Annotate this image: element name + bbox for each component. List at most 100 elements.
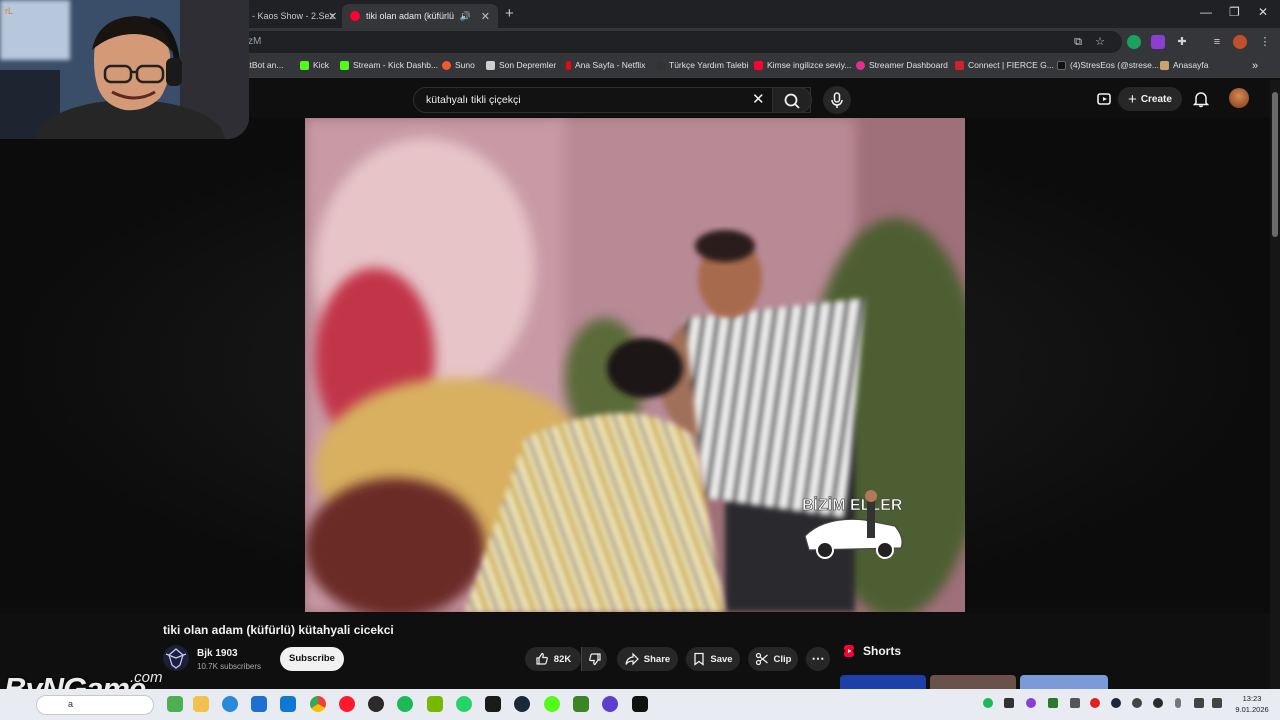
clock-date: 9.01.2026 xyxy=(1235,705,1269,714)
account-avatar[interactable] xyxy=(1229,88,1249,108)
nvidia-icon[interactable] xyxy=(427,696,443,712)
app-icon[interactable] xyxy=(485,696,501,712)
short-thumbnail[interactable] xyxy=(840,675,926,689)
bookmark-item[interactable]: Son Depremler xyxy=(486,60,556,70)
close-icon[interactable]: ✕ xyxy=(481,10,490,23)
channel-avatar[interactable] xyxy=(163,645,189,671)
notifications-bell-icon[interactable] xyxy=(1193,90,1209,108)
obs-icon[interactable] xyxy=(368,696,384,712)
spotify-icon[interactable] xyxy=(397,696,413,712)
opera-icon[interactable] xyxy=(339,696,355,712)
share-label: Share xyxy=(643,653,671,665)
share-icon xyxy=(625,652,639,666)
network-icon[interactable] xyxy=(1194,698,1204,708)
edge-icon[interactable] xyxy=(222,696,238,712)
tray-obs-icon[interactable] xyxy=(1153,698,1163,708)
close-window-icon[interactable]: ✕ xyxy=(1258,5,1268,19)
bookmark-label: Kimse ingilizce seviy... xyxy=(767,60,852,70)
microphone-icon xyxy=(831,92,843,108)
save-button[interactable]: Save xyxy=(686,647,740,671)
bookmark-item[interactable]: Anasayfa xyxy=(1160,60,1208,70)
file-explorer-icon[interactable] xyxy=(193,696,209,712)
tray-icon[interactable] xyxy=(1026,698,1036,708)
create-button[interactable]: + Create xyxy=(1118,87,1182,111)
youtube-icon xyxy=(754,60,763,70)
cast-icon[interactable] xyxy=(1096,91,1112,107)
bookmark-item[interactable]: Kick xyxy=(300,60,329,70)
bookmark-item[interactable]: Connect | FIERCE G... xyxy=(955,60,1054,70)
bookmark-item[interactable]: Streamer Dashboard xyxy=(856,60,948,70)
page-scrollbar-thumb[interactable] xyxy=(1272,92,1278,237)
store-icon[interactable] xyxy=(251,696,267,712)
bookmark-item[interactable]: Kimse ingilizce seviy... xyxy=(754,60,851,70)
steam-icon[interactable] xyxy=(514,696,530,712)
tray-steam-icon[interactable] xyxy=(1111,698,1121,708)
extensions-puzzle-icon[interactable]: ✚ xyxy=(1175,35,1189,49)
earthquake-icon xyxy=(486,60,495,70)
epic-games-icon[interactable] xyxy=(632,696,648,712)
bookmark-item[interactable]: (4)StresEos (@strese... xyxy=(1057,60,1159,70)
share-button[interactable]: Share xyxy=(617,647,678,671)
extension-shield-icon[interactable] xyxy=(1127,35,1141,49)
menu-kebab-icon[interactable]: ⋮ xyxy=(1258,35,1272,49)
minecraft-icon[interactable] xyxy=(573,696,589,712)
tab-label: - Kaos Show - 2.Sez xyxy=(252,11,335,21)
voice-search-button[interactable] xyxy=(823,86,851,114)
tab-video[interactable]: tiki olan adam (küfürlü) küt 🔊 ✕ xyxy=(342,4,498,28)
install-icon[interactable]: ⧉ xyxy=(1071,35,1085,49)
more-bookmarks-icon[interactable]: » xyxy=(1252,60,1258,72)
tray-record-icon[interactable] xyxy=(1090,698,1100,708)
mail-icon[interactable] xyxy=(280,696,296,712)
kick-app-icon[interactable] xyxy=(544,696,560,712)
new-tab-button[interactable]: + xyxy=(505,5,514,22)
bookmark-label: Ana Sayfa - Netflix xyxy=(575,60,646,70)
dislike-button[interactable] xyxy=(581,647,607,671)
tab-label: tiki olan adam (küfürlü) küt xyxy=(366,11,454,21)
bookmark-item[interactable]: Suno xyxy=(442,60,475,70)
tray-icon[interactable] xyxy=(1004,698,1014,708)
youtube-icon xyxy=(350,11,360,21)
bookmark-item[interactable]: Stream - Kick Dashb... xyxy=(340,60,438,70)
shorts-section-header: Shorts xyxy=(843,644,901,658)
bookmark-icon xyxy=(694,652,705,666)
kick-icon xyxy=(340,60,349,70)
bookmark-item[interactable]: Türkçe Yardım Talebi xyxy=(656,60,748,70)
whatsapp-icon[interactable] xyxy=(456,696,472,712)
suno-icon xyxy=(442,60,451,70)
video-player[interactable]: BİZİM ELLER xyxy=(305,118,965,612)
more-actions-button[interactable]: ⋯ xyxy=(806,647,830,671)
subscribe-button[interactable]: Subscribe xyxy=(280,647,344,671)
extension-icon[interactable] xyxy=(1151,35,1165,49)
address-bar[interactable]: zM xyxy=(232,31,1122,53)
tab-kaos-show[interactable]: - Kaos Show - 2.Sez ✕ xyxy=(244,4,340,28)
tray-icon[interactable] xyxy=(1048,698,1058,708)
reading-list-icon[interactable]: ≡ xyxy=(1210,35,1224,49)
short-thumbnail[interactable] xyxy=(1020,675,1108,689)
microphone-tray-icon[interactable] xyxy=(1175,698,1181,708)
taskbar-clock[interactable]: 13:23 9.01.2026 xyxy=(1232,693,1272,715)
chrome-icon[interactable] xyxy=(310,696,326,712)
like-button[interactable]: 82K xyxy=(525,647,581,671)
taskbar-search-box[interactable] xyxy=(36,695,154,715)
minimize-icon[interactable]: — xyxy=(1200,5,1212,19)
app-icon[interactable] xyxy=(602,696,618,712)
tray-spotify-icon[interactable] xyxy=(983,698,993,708)
channel-name[interactable]: Bjk 1903 xyxy=(197,648,238,659)
taskbar-app-icon[interactable] xyxy=(167,696,183,712)
clear-search-icon[interactable]: ✕ xyxy=(752,90,765,108)
tray-icon[interactable] xyxy=(1070,698,1080,708)
screen: - Kaos Show - 2.Sez ✕ tiki olan adam (kü… xyxy=(0,0,1280,720)
close-icon[interactable]: ✕ xyxy=(328,10,337,23)
video-frame: BİZİM ELLER xyxy=(305,118,965,612)
search-button[interactable] xyxy=(772,87,812,113)
profile-avatar-icon[interactable] xyxy=(1233,35,1247,49)
bookmark-star-icon[interactable]: ☆ xyxy=(1093,35,1107,49)
volume-icon[interactable] xyxy=(1212,698,1222,708)
tray-icon[interactable] xyxy=(1132,698,1142,708)
short-thumbnail[interactable] xyxy=(930,675,1016,689)
clip-button[interactable]: Clip xyxy=(748,647,798,671)
streamer-webcam-image: rL xyxy=(0,0,249,139)
bookmark-item[interactable]: Ana Sayfa - Netflix xyxy=(566,60,645,70)
speaker-icon[interactable]: 🔊 xyxy=(460,11,471,22)
restore-icon[interactable]: ❐ xyxy=(1229,5,1240,19)
